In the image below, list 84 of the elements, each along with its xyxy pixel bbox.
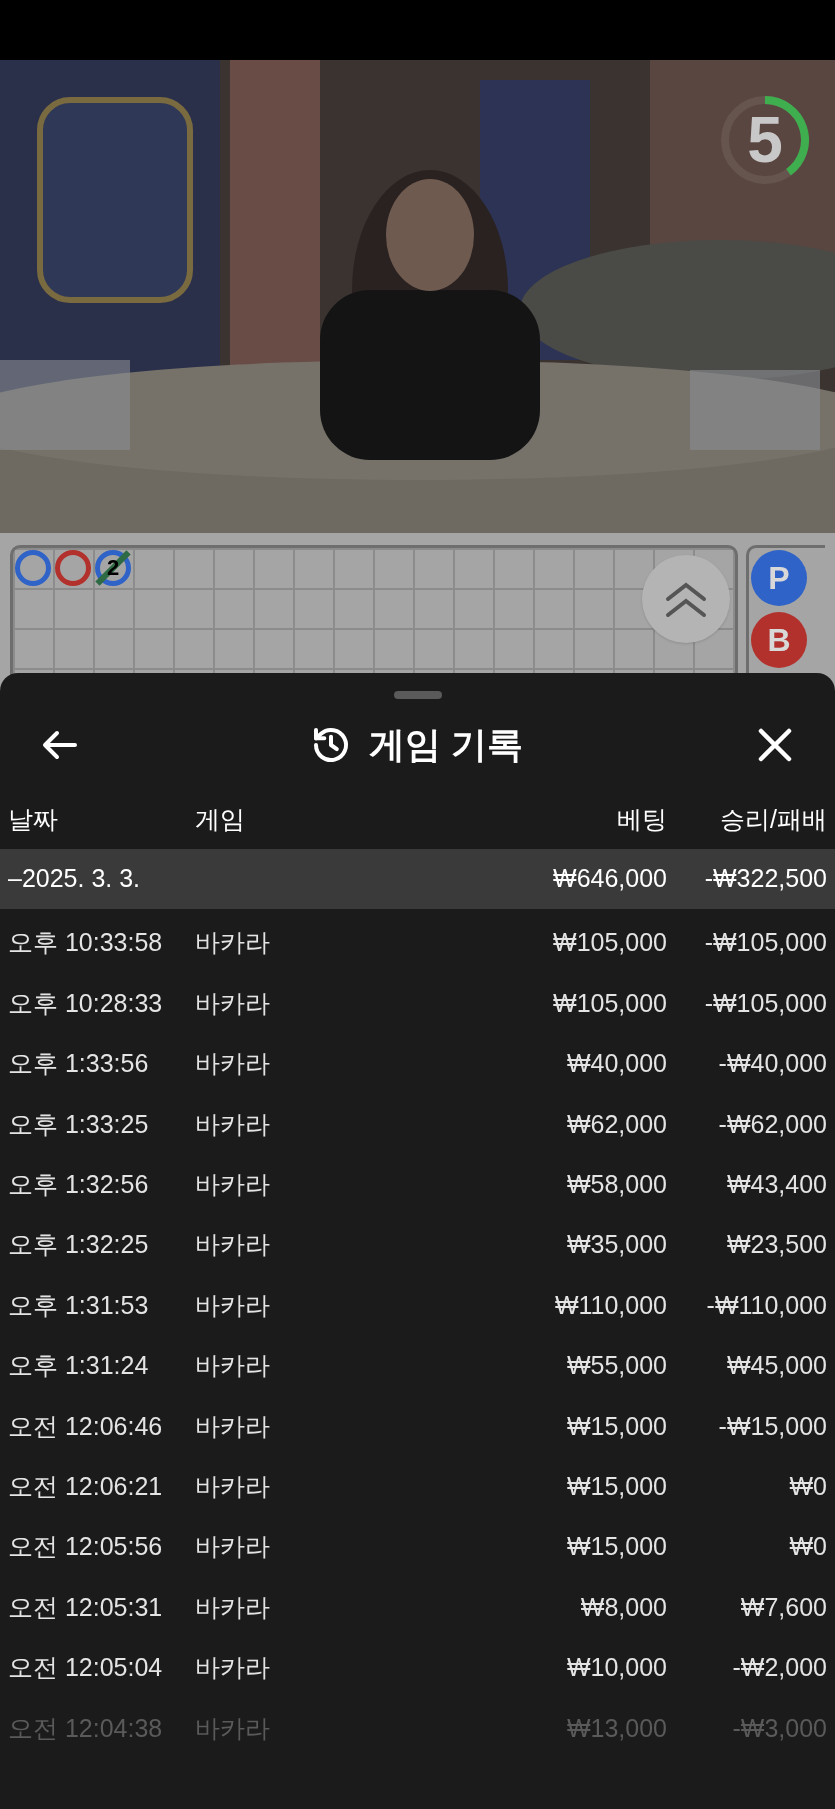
date-cell-text: 오후 1:31:53 — [8, 1289, 150, 1321]
bet-cell-text: ₩110,000 — [553, 1289, 667, 1321]
result-cell-text: -₩2,000 — [731, 1652, 827, 1684]
bet-cell-text: ₩13,000 — [565, 1712, 667, 1744]
date-cell-text: 오후 1:33:56 — [8, 1048, 150, 1080]
date-cell-text: 오전 12:05:56 — [8, 1531, 164, 1563]
countdown-number: 5 — [747, 108, 783, 172]
column-header: 날짜 — [8, 804, 59, 836]
result-cell-text: -₩105,000 — [703, 987, 827, 1019]
result-cell-text: ₩0 — [788, 1470, 827, 1502]
bet-cell-text: ₩8,000 — [579, 1591, 667, 1623]
bet-cell-text: ₩15,000 — [565, 1410, 667, 1442]
date-cell-text: –2025. 3. 3. — [8, 863, 142, 895]
result-cell-text: ₩0 — [788, 1531, 827, 1563]
result-cell-text: -₩110,000 — [705, 1289, 827, 1321]
game-cell-text: 바카라 — [195, 1410, 271, 1442]
history-row[interactable]: 오후 1:31:53 바카라 ₩110,000 -₩110,000 — [0, 1275, 835, 1336]
history-row[interactable]: 오후 1:33:25 바카라 ₩62,000 -₩62,000 — [0, 1094, 835, 1155]
history-row[interactable]: 오전 12:05:31 바카라 ₩8,000 ₩7,600 — [0, 1577, 835, 1638]
result-cell-text: -₩3,000 — [731, 1712, 827, 1744]
bet-side-button[interactable]: P — [751, 550, 807, 606]
history-row[interactable]: 오후 10:28:33 바카라 ₩105,000 -₩105,000 — [0, 973, 835, 1034]
game-cell-text: 바카라 — [195, 1169, 271, 1200]
game-cell-text: 바카라 — [195, 927, 271, 959]
result-cell-text: -₩322,500 — [703, 863, 827, 895]
result-cell-text: ₩23,500 — [725, 1229, 827, 1261]
bet-cell-text: ₩646,000 — [552, 863, 667, 895]
history-row[interactable]: 오후 1:32:25 바카라 ₩35,000 ₩23,500 — [0, 1214, 835, 1276]
game-cell-text: 바카라 — [195, 1350, 271, 1382]
date-cell-text: 오전 12:06:21 — [8, 1470, 164, 1502]
date-cell-text: 오전 12:05:31 — [8, 1591, 164, 1623]
game-cell-text: 바카라 — [195, 1289, 271, 1321]
column-header: 베팅 — [616, 804, 667, 836]
date-cell-text: 오전 12:04:38 — [8, 1712, 164, 1744]
bet-side-button[interactable]: B — [751, 612, 807, 668]
sheet-title: 게임 기록 — [369, 723, 524, 767]
summary-row[interactable]: –2025. 3. 3. ₩646,000 -₩322,500 — [0, 849, 835, 909]
history-row[interactable]: 오후 10:33:58 바카라 ₩105,000 -₩105,000 — [0, 913, 835, 974]
drag-handle[interactable] — [393, 691, 442, 699]
history-row[interactable]: 오전 12:05:56 바카라 ₩15,000 ₩0 — [0, 1516, 835, 1578]
result-cell-text: ₩45,000 — [725, 1350, 827, 1382]
history-row[interactable]: 오전 12:06:21 바카라 ₩15,000 ₩0 — [0, 1456, 835, 1517]
result-cell-text: -₩105,000 — [703, 927, 827, 959]
date-cell-text: 오후 10:33:58 — [8, 927, 164, 959]
date-cell-text: 오후 1:31:24 — [8, 1350, 150, 1382]
result-cell-text: -₩40,000 — [717, 1048, 827, 1080]
result-cell-text: ₩7,600 — [739, 1591, 827, 1623]
history-row[interactable]: 오후 1:32:56 바카라 ₩58,000 ₩43,400 — [0, 1154, 835, 1215]
game-cell-text: 바카라 — [195, 1591, 271, 1623]
result-cell-text: -₩15,000 — [717, 1410, 827, 1442]
game-cell-text: 바카라 — [195, 1712, 271, 1744]
bet-cell-text: ₩15,000 — [565, 1470, 667, 1502]
result-cell-text: ₩43,400 — [725, 1169, 827, 1200]
game-cell-text: 바카라 — [195, 1229, 271, 1261]
game-cell-text: 바카라 — [195, 1470, 271, 1502]
column-header: 게임 — [195, 804, 246, 836]
date-cell-text: 오후 10:28:33 — [8, 987, 164, 1019]
game-cell-text: 바카라 — [195, 1048, 271, 1080]
date-cell-text: 오전 12:05:04 — [8, 1652, 164, 1684]
bet-cell-text: ₩40,000 — [565, 1048, 667, 1080]
bet-cell-text: ₩58,000 — [565, 1169, 667, 1200]
back-arrow-icon — [42, 730, 78, 760]
date-cell-text: 오후 1:33:25 — [8, 1108, 150, 1140]
column-header: 승리/패배 — [719, 804, 827, 836]
date-cell-text: 오후 1:32:25 — [8, 1229, 150, 1261]
close-icon — [758, 728, 792, 762]
bet-cell-text: ₩55,000 — [565, 1350, 667, 1382]
bet-cell-text: ₩35,000 — [565, 1229, 667, 1261]
game-cell-text: 바카라 — [195, 987, 271, 1019]
bet-cell-text: ₩62,000 — [565, 1108, 667, 1140]
bet-cell-text: ₩10,000 — [565, 1652, 667, 1684]
history-row[interactable]: 오전 12:06:46 바카라 ₩15,000 -₩15,000 — [0, 1396, 835, 1457]
game-cell-text: 바카라 — [195, 1531, 271, 1563]
bet-cell-text: ₩15,000 — [565, 1531, 667, 1563]
history-row[interactable]: 오후 1:33:56 바카라 ₩40,000 -₩40,000 — [0, 1033, 835, 1095]
date-cell-text: 오후 1:32:56 — [8, 1169, 150, 1200]
game-cell-text: 바카라 — [195, 1652, 271, 1684]
game-cell-text: 바카라 — [195, 1108, 271, 1140]
result-cell-text: -₩62,000 — [717, 1108, 827, 1140]
bet-cell-text: ₩105,000 — [552, 927, 667, 959]
date-cell-text: 오전 12:06:46 — [8, 1410, 164, 1442]
bet-cell-text: ₩105,000 — [552, 987, 667, 1019]
history-row[interactable]: 오후 1:31:24 바카라 ₩55,000 ₩45,000 — [0, 1335, 835, 1397]
history-row[interactable]: 오전 12:05:04 바카라 ₩10,000 -₩2,000 — [0, 1637, 835, 1699]
